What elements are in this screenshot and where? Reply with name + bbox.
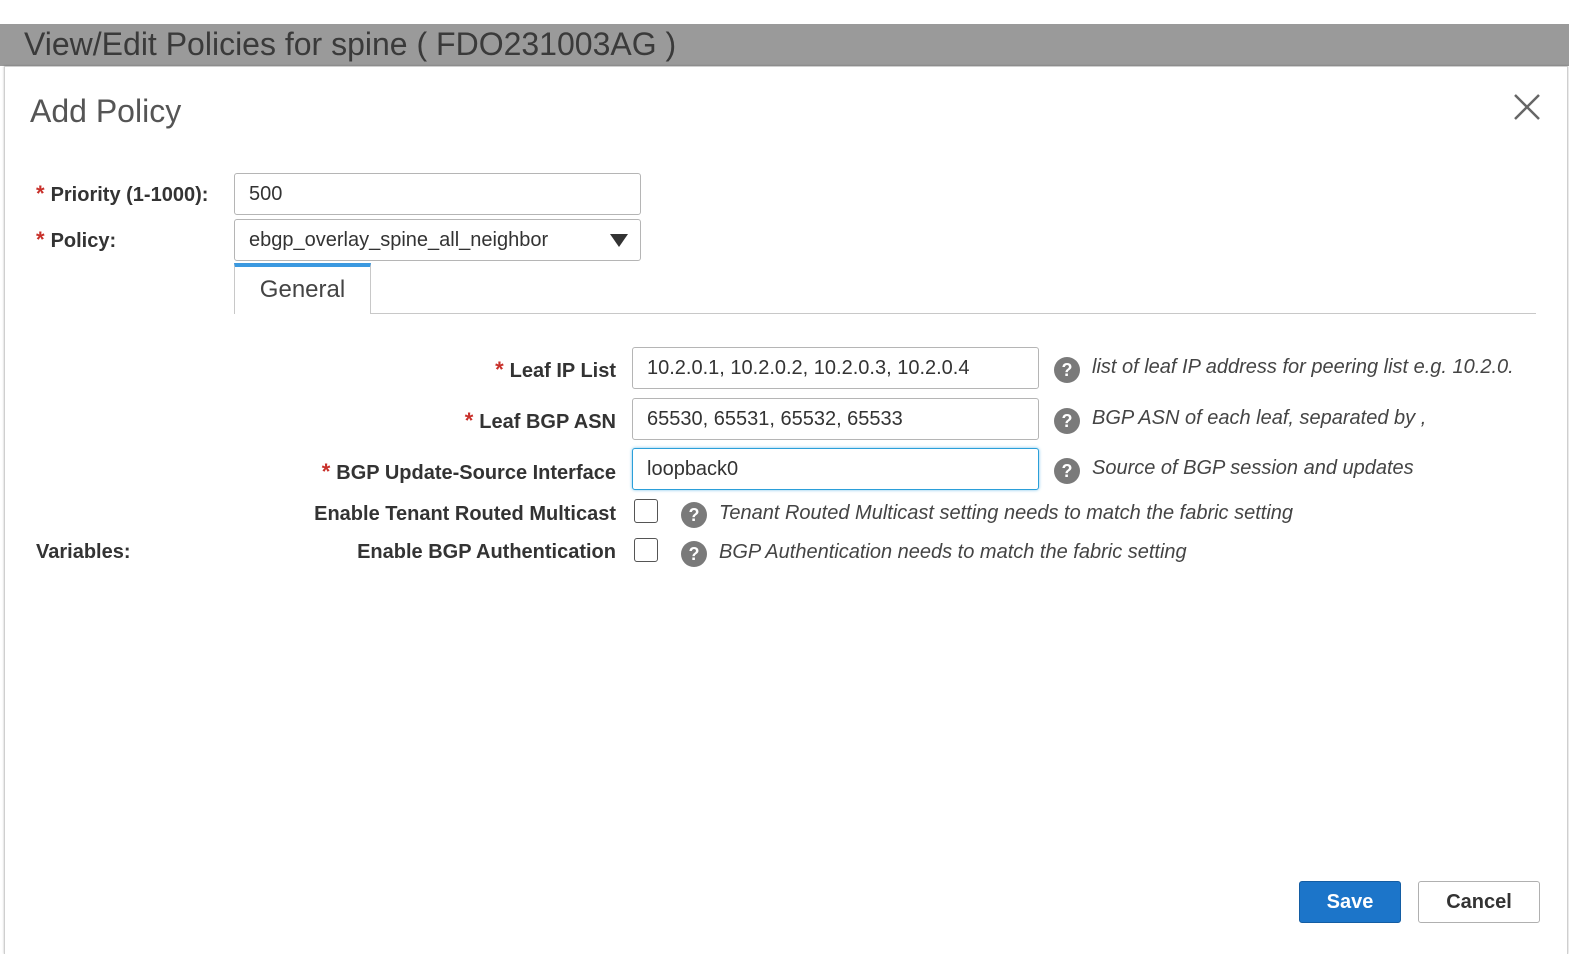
dialog-title: Add Policy [30, 93, 182, 129]
bgp-update-source-input[interactable]: loopback0 [632, 448, 1039, 490]
tenant-routed-multicast-checkbox[interactable] [634, 499, 658, 523]
leaf-bgp-asn-input[interactable]: 65530, 65531, 65532, 65533 [632, 398, 1039, 440]
bgp-authentication-hint: BGP Authentication needs to match the fa… [719, 541, 1187, 563]
tenant-routed-multicast-hint: Tenant Routed Multicast setting needs to… [719, 502, 1294, 524]
bgp-update-source-hint: Source of BGP session and updates [1092, 457, 1414, 479]
help-icon[interactable]: ? [1054, 408, 1080, 434]
variables-label: Variables: [36, 541, 131, 563]
priority-label: * Priority (1-1000): [36, 181, 209, 206]
leaf-bgp-asn-label: * Leaf BGP ASN [464, 408, 616, 433]
window-title-bar: View/Edit Policies for spine ( FDO231003… [0, 24, 1569, 66]
required-marker: * [495, 357, 504, 382]
required-marker: * [464, 408, 474, 433]
required-marker: * [36, 181, 45, 206]
tab-general[interactable]: General [234, 263, 371, 314]
window-title: View/Edit Policies for spine ( FDO231003… [24, 26, 677, 62]
required-marker: * [321, 459, 331, 484]
close-icon[interactable] [1511, 91, 1543, 123]
leaf-bgp-asn-hint: BGP ASN of each leaf, separated by , [1092, 407, 1427, 429]
bgp-authentication-checkbox[interactable] [634, 538, 658, 562]
help-icon[interactable]: ? [681, 502, 707, 528]
help-icon[interactable]: ? [681, 541, 707, 567]
policy-select[interactable]: ebgp_overlay_spine_all_neighbor [234, 219, 641, 261]
save-button[interactable]: Save [1299, 881, 1401, 923]
leaf-ip-list-label: * Leaf IP List [495, 357, 616, 382]
required-marker: * [36, 227, 45, 252]
tenant-routed-multicast-label: Enable Tenant Routed Multicast [314, 503, 616, 525]
priority-input[interactable]: 500 [234, 173, 641, 215]
help-icon[interactable]: ? [1054, 357, 1080, 383]
caret-down-icon [610, 234, 628, 247]
add-policy-dialog: Add Policy * Priority (1-1000): 500 * Poli… [4, 66, 1568, 954]
leaf-ip-list-hint: list of leaf IP address for peering list… [1092, 356, 1514, 378]
policy-label: * Policy: [36, 227, 117, 252]
bgp-update-source-label: * BGP Update-Source Interface [321, 459, 616, 484]
bgp-authentication-label: Enable BGP Authentication [357, 541, 616, 563]
help-icon[interactable]: ? [1054, 458, 1080, 484]
cancel-button[interactable]: Cancel [1418, 881, 1540, 923]
leaf-ip-list-input[interactable]: 10.2.0.1, 10.2.0.2, 10.2.0.3, 10.2.0.4 [632, 347, 1039, 389]
tab-strip-divider [234, 313, 1536, 314]
